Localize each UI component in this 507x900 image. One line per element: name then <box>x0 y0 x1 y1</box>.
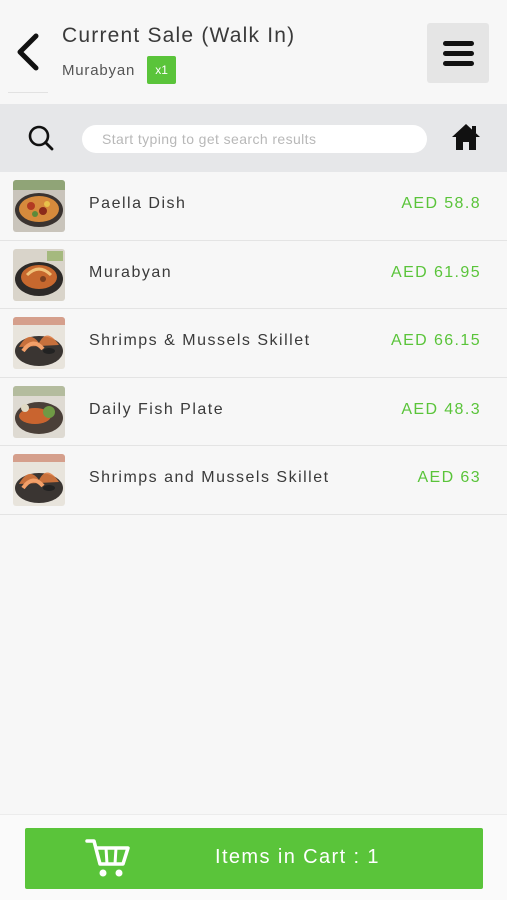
page-title: Current Sale (Walk In) <box>62 24 296 47</box>
product-name: Shrimps and Mussels Skillet <box>89 469 330 486</box>
product-thumbnail <box>13 385 65 438</box>
back-button[interactable] <box>10 28 46 76</box>
list-item[interactable]: Shrimps and Mussels Skillet AED 63 <box>0 446 507 515</box>
product-price: AED 48.3 <box>401 400 481 418</box>
customer-name: Murabyan <box>62 61 136 79</box>
product-name: Murabyan <box>89 263 173 281</box>
product-price: AED 63 <box>417 469 481 486</box>
customer-row: Murabyan x1 <box>62 56 177 84</box>
product-thumbnail <box>13 180 65 232</box>
product-thumbnail <box>13 248 65 301</box>
menu-button[interactable] <box>427 23 489 83</box>
search-bar <box>0 104 507 172</box>
hamburger-menu-icon <box>442 40 474 46</box>
quantity-badge: x1 <box>147 56 177 84</box>
shopping-cart-icon <box>85 839 130 877</box>
product-name: Daily Fish Plate <box>89 400 225 418</box>
product-name: Shrimps & Mussels Skillet <box>89 332 311 349</box>
list-item[interactable]: Daily Fish Plate AED 48.3 <box>0 377 507 446</box>
list-item[interactable]: Paella Dish AED 58.8 <box>0 172 507 241</box>
list-item[interactable]: Murabyan AED 61.95 <box>0 240 507 309</box>
product-list: Paella Dish AED 58.8 Murabyan AED 61.95 <box>0 172 507 515</box>
footer: Items in Cart : 1 <box>0 814 507 900</box>
home-icon[interactable] <box>449 120 483 154</box>
list-item[interactable]: Shrimps & Mussels Skillet AED 66.15 <box>0 309 507 378</box>
search-icon[interactable] <box>26 123 56 153</box>
header: Current Sale (Walk In) Murabyan x1 <box>0 0 507 104</box>
product-name: Paella Dish <box>89 195 187 212</box>
header-divider <box>8 92 48 93</box>
cart-count-label: Items in Cart : 1 <box>215 846 380 868</box>
product-thumbnail <box>13 317 65 369</box>
chevron-left-icon <box>17 33 39 71</box>
product-thumbnail <box>13 454 65 506</box>
product-price: AED 66.15 <box>391 332 481 349</box>
search-input[interactable] <box>82 125 427 153</box>
view-cart-button[interactable]: Items in Cart : 1 <box>25 828 483 889</box>
product-price: AED 58.8 <box>401 195 481 212</box>
product-price: AED 61.95 <box>391 263 481 281</box>
